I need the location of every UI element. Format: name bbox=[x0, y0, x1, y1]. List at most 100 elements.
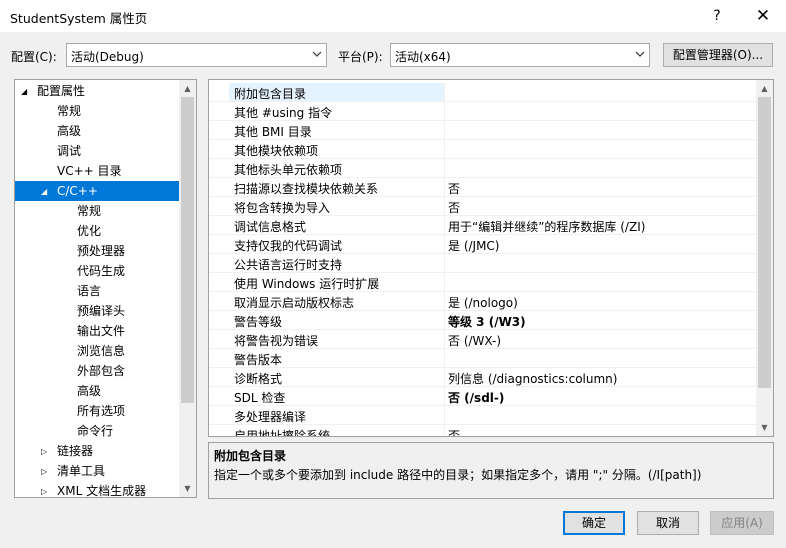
platform-dropdown[interactable]: 活动(x64) bbox=[390, 43, 650, 67]
help-button[interactable]: ? bbox=[694, 0, 740, 32]
property-row[interactable]: 多处理器编译 bbox=[209, 406, 757, 425]
column-divider bbox=[444, 254, 445, 273]
property-row[interactable]: 取消显示启动版权标志 是 (/nologo) bbox=[209, 292, 757, 311]
tree-item[interactable]: ▷ 链接器 bbox=[15, 441, 180, 461]
property-value[interactable]: 是 (/JMC) bbox=[448, 237, 500, 254]
property-name: 将包含转换为导入 bbox=[234, 201, 331, 215]
description-panel: 附加包含目录 指定一个或多个要添加到 include 路径中的目录；如果指定多个… bbox=[208, 442, 774, 499]
property-name: 警告版本 bbox=[234, 353, 283, 367]
property-name: 其他模块依赖项 bbox=[234, 144, 319, 158]
scroll-up-icon[interactable]: ▲ bbox=[179, 80, 196, 97]
property-name: 扫描源以查找模块依赖关系 bbox=[234, 182, 379, 196]
expanded-arrow-icon[interactable]: ◢ bbox=[41, 182, 47, 202]
column-divider bbox=[444, 368, 445, 387]
collapsed-arrow-icon[interactable]: ▷ bbox=[41, 442, 47, 462]
property-row[interactable]: 支持仅我的代码调试 是 (/JMC) bbox=[209, 235, 757, 254]
scroll-up-icon[interactable]: ▲ bbox=[756, 80, 773, 97]
property-value[interactable]: 否 bbox=[448, 180, 460, 197]
property-name: 使用 Windows 运行时扩展 bbox=[234, 277, 380, 291]
tree-item[interactable]: 高级 bbox=[15, 381, 180, 401]
property-row[interactable]: 扫描源以查找模块依赖关系 否 bbox=[209, 178, 757, 197]
tree-item[interactable]: 常规 bbox=[15, 201, 180, 221]
ok-button[interactable]: 确定 bbox=[563, 511, 625, 535]
property-value[interactable]: 是 (/nologo) bbox=[448, 294, 518, 311]
column-divider bbox=[444, 140, 445, 159]
collapsed-arrow-icon[interactable]: ▷ bbox=[41, 462, 47, 482]
tree-item[interactable]: ▷ XML 文档生成器 bbox=[15, 481, 180, 497]
property-row[interactable]: 附加包含目录 bbox=[209, 83, 757, 102]
apply-button[interactable]: 应用(A) bbox=[710, 511, 774, 535]
tree-item[interactable]: 优化 bbox=[15, 221, 180, 241]
window-title: StudentSystem 属性页 bbox=[10, 11, 148, 26]
property-row[interactable]: 使用 Windows 运行时扩展 bbox=[209, 273, 757, 292]
property-row[interactable]: 其他 BMI 目录 bbox=[209, 121, 757, 140]
tree-item[interactable]: ▷ 清单工具 bbox=[15, 461, 180, 481]
tree-item[interactable]: 调试 bbox=[15, 141, 180, 161]
close-button[interactable]: ✕ bbox=[740, 0, 786, 32]
tree-item[interactable]: ◢ C/C++ bbox=[15, 181, 180, 201]
tree-item-label: 语言 bbox=[77, 284, 102, 298]
property-row[interactable]: 公共语言运行时支持 bbox=[209, 254, 757, 273]
tree-item[interactable]: 代码生成 bbox=[15, 261, 180, 281]
property-row[interactable]: 其他 #using 指令 bbox=[209, 102, 757, 121]
property-value[interactable]: 否 (/WX-) bbox=[448, 332, 501, 349]
config-manager-button[interactable]: 配置管理器(O)... bbox=[663, 43, 773, 67]
property-row[interactable]: 将包含转换为导入 否 bbox=[209, 197, 757, 216]
property-grid[interactable]: 附加包含目录 其他 #using 指令其他 BMI 目录 其他模块依赖项其他标头单元… bbox=[208, 79, 774, 437]
property-name: 启用地址擦除系统 bbox=[234, 429, 331, 437]
property-value[interactable]: 否 (/sdl-) bbox=[448, 389, 504, 406]
scroll-thumb[interactable] bbox=[181, 97, 194, 403]
column-divider bbox=[444, 178, 445, 197]
scroll-down-icon[interactable]: ▼ bbox=[179, 480, 196, 497]
property-tree[interactable]: ◢ 配置属性 常规 高级 调试 VC++ 目录 ◢ C/C++ 常规 优化 预处理器 代码生成 语言 预编… bbox=[14, 79, 197, 498]
column-divider bbox=[444, 406, 445, 425]
property-row[interactable]: 警告等级 等级 3 (/W3) bbox=[209, 311, 757, 330]
tree-item[interactable]: 输出文件 bbox=[15, 321, 180, 341]
property-row[interactable]: 调试信息格式 用于“编辑并继续”的程序数据库 (/ZI) bbox=[209, 216, 757, 235]
column-divider bbox=[444, 159, 445, 178]
grid-scrollbar[interactable]: ▲ ▼ bbox=[756, 80, 773, 436]
property-name: 其他标头单元依赖项 bbox=[234, 163, 343, 177]
tree-item-label: 常规 bbox=[77, 204, 102, 218]
title-bar: StudentSystem 属性页 ? ✕ bbox=[0, 0, 786, 32]
tree-item-label: 预处理器 bbox=[77, 244, 126, 258]
column-divider bbox=[444, 216, 445, 235]
property-name: 支持仅我的代码调试 bbox=[234, 239, 343, 253]
tree-item[interactable]: 高级 bbox=[15, 121, 180, 141]
expanded-arrow-icon[interactable]: ◢ bbox=[21, 82, 27, 102]
property-row[interactable]: 其他模块依赖项 bbox=[209, 140, 757, 159]
config-dropdown[interactable]: 活动(Debug) bbox=[66, 43, 327, 67]
tree-item[interactable]: 命令行 bbox=[15, 421, 180, 441]
description-title: 附加包含目录 bbox=[214, 449, 287, 463]
tree-item-label: 所有选项 bbox=[77, 404, 126, 418]
collapsed-arrow-icon[interactable]: ▷ bbox=[41, 482, 47, 497]
property-value[interactable]: 等级 3 (/W3) bbox=[448, 313, 526, 330]
property-value[interactable]: 列信息 (/diagnostics:column) bbox=[448, 370, 617, 387]
property-row[interactable]: SDL 检查 否 (/sdl-) bbox=[209, 387, 757, 406]
property-row[interactable]: 警告版本 bbox=[209, 349, 757, 368]
cancel-button[interactable]: 取消 bbox=[637, 511, 699, 535]
property-row[interactable]: 启用地址擦除系统 否 bbox=[209, 425, 757, 437]
tree-item[interactable]: 预编译头 bbox=[15, 301, 180, 321]
tree-item[interactable]: VC++ 目录 bbox=[15, 161, 180, 181]
tree-item-label: 优化 bbox=[77, 224, 102, 238]
property-value[interactable]: 否 bbox=[448, 199, 460, 216]
tree-item[interactable]: 所有选项 bbox=[15, 401, 180, 421]
property-row[interactable]: 诊断格式 列信息 (/diagnostics:column) bbox=[209, 368, 757, 387]
column-divider bbox=[444, 349, 445, 368]
tree-item[interactable]: 外部包含 bbox=[15, 361, 180, 381]
tree-item[interactable]: 语言 bbox=[15, 281, 180, 301]
tree-item[interactable]: 常规 bbox=[15, 101, 180, 121]
property-row[interactable]: 其他标头单元依赖项 bbox=[209, 159, 757, 178]
property-value[interactable]: 用于“编辑并继续”的程序数据库 (/ZI) bbox=[448, 218, 645, 235]
tree-scrollbar[interactable]: ▲ ▼ bbox=[179, 80, 196, 497]
property-name: 其他 BMI 目录 bbox=[234, 125, 312, 139]
tree-item[interactable]: 浏览信息 bbox=[15, 341, 180, 361]
scroll-down-icon[interactable]: ▼ bbox=[756, 419, 773, 436]
property-name: 多处理器编译 bbox=[234, 410, 307, 424]
property-value[interactable]: 否 bbox=[448, 427, 460, 436]
tree-item[interactable]: ◢ 配置属性 bbox=[15, 81, 180, 101]
scroll-thumb[interactable] bbox=[758, 97, 771, 388]
property-row[interactable]: 将警告视为错误 否 (/WX-) bbox=[209, 330, 757, 349]
tree-item[interactable]: 预处理器 bbox=[15, 241, 180, 261]
